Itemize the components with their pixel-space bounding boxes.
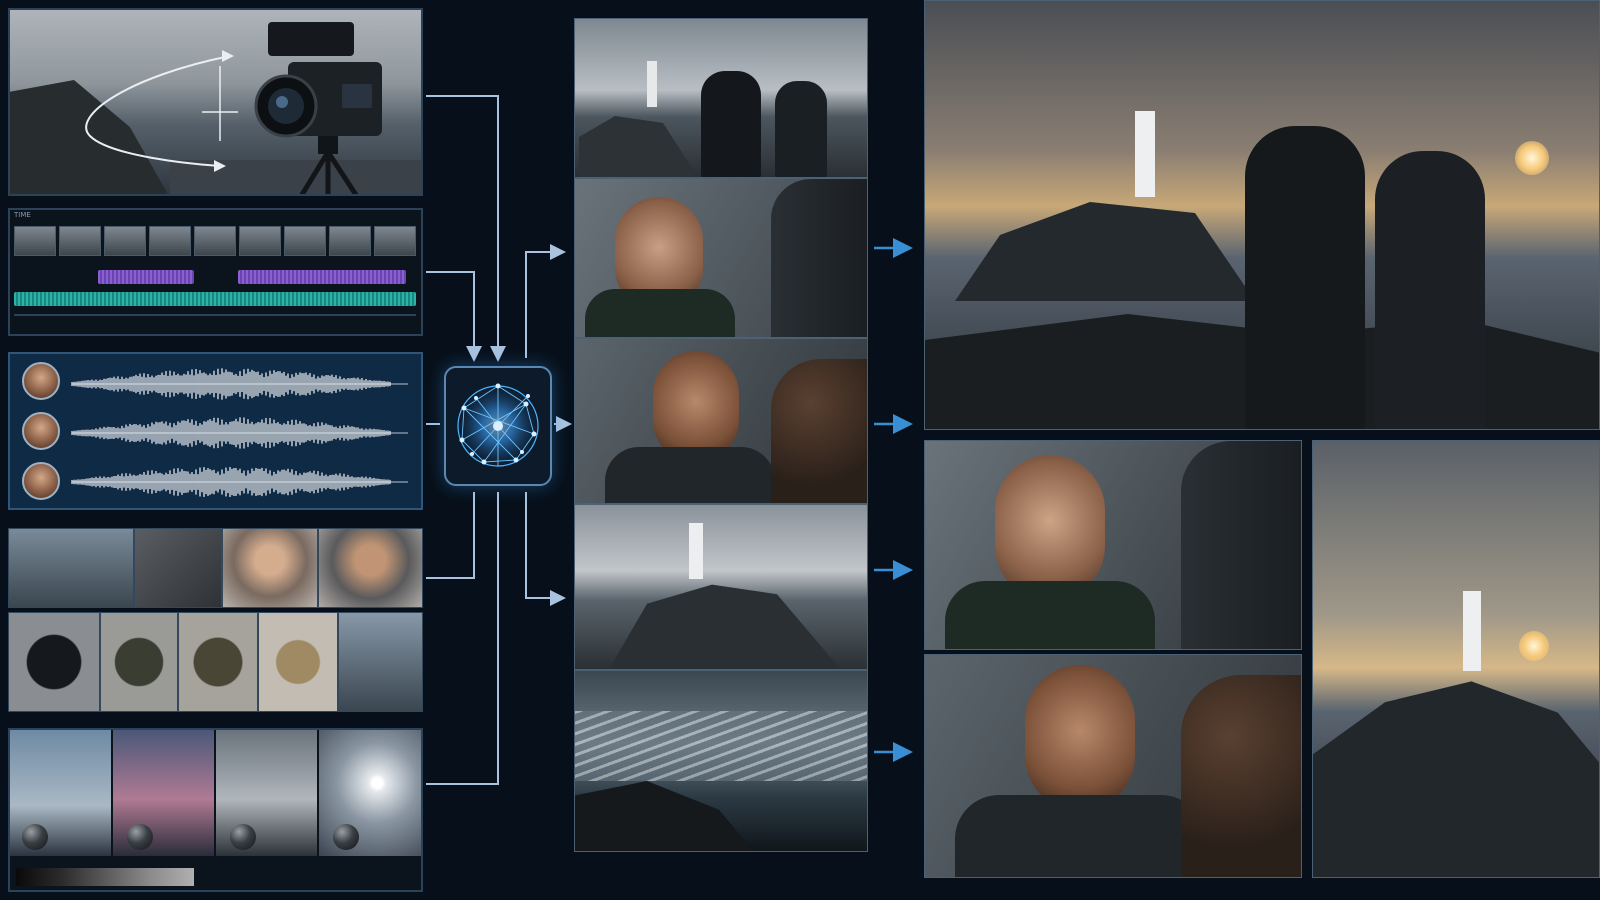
- audio-track-purple-1: [98, 270, 194, 284]
- sun-icon-2: [1519, 631, 1549, 661]
- wire-camera: [426, 95, 506, 362]
- avatar-woman: [22, 362, 60, 400]
- wire-core-up: [525, 244, 566, 358]
- timeline-ruler-label: TIME: [14, 211, 31, 219]
- wire-lighting: [426, 492, 499, 785]
- voice-waveform: [71, 417, 408, 449]
- edit-timeline-panel: TIME: [8, 208, 423, 336]
- output-lighthouse-sunset-portrait[interactable]: [1312, 440, 1600, 878]
- output-woman-closeup[interactable]: [924, 440, 1302, 650]
- audio-track-teal: [14, 292, 416, 306]
- asset-bag[interactable]: [178, 612, 258, 712]
- ai-core-node[interactable]: [444, 366, 552, 486]
- timeline-thumbnail[interactable]: [239, 226, 281, 256]
- grayscale-ramp: [16, 868, 194, 886]
- asset-lighthouse[interactable]: [338, 612, 423, 712]
- sun-icon: [1515, 141, 1549, 175]
- waveform-icon: [71, 368, 408, 497]
- sky-cloudy: [216, 730, 319, 856]
- asset-rope[interactable]: [258, 612, 338, 712]
- asset-rock-texture[interactable]: [134, 528, 222, 608]
- neural-network-icon: [452, 380, 544, 472]
- timeline-thumbnail[interactable]: [149, 226, 191, 256]
- voice-waveform: [71, 467, 408, 497]
- avatar-man: [22, 412, 60, 450]
- asset-man[interactable]: [318, 528, 423, 608]
- output-wide-lighthouse-sunset[interactable]: [924, 0, 1600, 430]
- sky-sun: [319, 730, 421, 856]
- timeline-thumbnail[interactable]: [14, 226, 56, 256]
- asset-woman[interactable]: [222, 528, 318, 608]
- still-lighthouse-cliff[interactable]: [574, 504, 868, 670]
- audio-track-purple-2: [238, 270, 406, 284]
- avatar-woman-2: [22, 462, 60, 500]
- camera-icon: [254, 22, 382, 194]
- voice-waveform: [71, 368, 408, 400]
- timeline-thumbnail[interactable]: [329, 226, 371, 256]
- asset-coastline[interactable]: [8, 528, 134, 608]
- output-man-closeup[interactable]: [924, 654, 1302, 878]
- wire-core-down: [525, 492, 566, 606]
- timeline-thumbnail[interactable]: [374, 226, 416, 256]
- timeline-thumbnail[interactable]: [284, 226, 326, 256]
- asset-jacket[interactable]: [8, 612, 100, 712]
- still-man-closeup[interactable]: [574, 338, 868, 504]
- timeline-thumbnail[interactable]: [194, 226, 236, 256]
- wire-assets: [426, 492, 475, 579]
- lighting-references-panel: [8, 728, 423, 892]
- camera-path-arrow-icon: [85, 50, 238, 172]
- camera-motion-panel: [8, 8, 423, 196]
- asset-backpack[interactable]: [100, 612, 178, 712]
- timeline-scrubber[interactable]: [14, 314, 416, 316]
- sky-overcast: [10, 730, 113, 856]
- sky-dusk: [113, 730, 216, 856]
- still-stormy-waves[interactable]: [574, 670, 868, 852]
- timeline-thumbnail[interactable]: [104, 226, 146, 256]
- still-lighthouse-two-figures[interactable]: [574, 18, 868, 178]
- still-woman-closeup[interactable]: [574, 178, 868, 338]
- wire-timeline: [426, 271, 482, 362]
- voice-tracks-panel: [8, 352, 423, 510]
- timeline-thumbnail[interactable]: [59, 226, 101, 256]
